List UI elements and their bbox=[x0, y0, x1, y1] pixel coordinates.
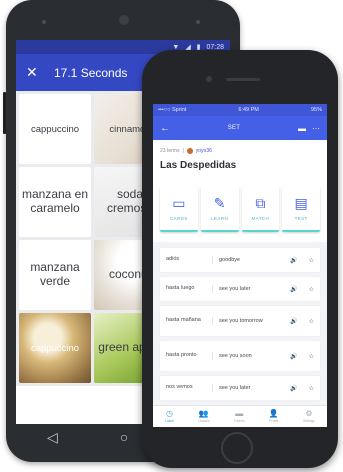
term-word: adiós bbox=[166, 256, 213, 264]
term-row[interactable]: adiós goodbye 🔊 ☆ bbox=[160, 248, 320, 272]
star-icon[interactable]: ☆ bbox=[309, 353, 314, 360]
speaker-icon[interactable]: 🔊 bbox=[290, 318, 297, 325]
gear-icon: ⚙ bbox=[305, 409, 313, 418]
home-nav-icon[interactable]: ○ bbox=[120, 429, 128, 445]
star-icon[interactable]: ☆ bbox=[309, 286, 314, 293]
term-word: hasta mañana bbox=[166, 317, 213, 325]
tab-label: Latest bbox=[165, 419, 174, 423]
ios-status-bar: •••○○ Sprint 6:49 PM 95% bbox=[153, 104, 327, 116]
match-tile[interactable]: cappuccino bbox=[19, 313, 91, 383]
term-word: hasta pronto bbox=[166, 352, 213, 360]
term-count: 23 terms bbox=[160, 148, 180, 154]
mode-match-button[interactable]: ⧉ MATCH bbox=[241, 187, 280, 232]
back-arrow-icon[interactable]: ← bbox=[160, 123, 170, 134]
star-icon[interactable]: ☆ bbox=[309, 385, 314, 392]
mode-label: MATCH bbox=[251, 216, 270, 221]
carrier-label: •••○○ Sprint bbox=[158, 107, 187, 113]
tab-label: Folders bbox=[233, 419, 245, 423]
match-tile-label: manzana verde bbox=[30, 260, 80, 288]
tab-bar: ◷ Latest 👥 Classes ▬ Folders 👤 Profile ⚙ Settings bbox=[153, 405, 327, 427]
term-row[interactable]: hasta luego see you later 🔊 ☆ bbox=[160, 277, 320, 301]
study-modes: ▭ CARDS ✎ LEARN ⧉ MATCH ▤ TEST bbox=[153, 177, 327, 242]
profile-icon: 👤 bbox=[268, 409, 279, 418]
iphone: •••○○ Sprint 6:49 PM 95% ← SET ▬ ··· 23 … bbox=[142, 50, 338, 468]
iphone-front-camera bbox=[206, 76, 212, 82]
tab-classes[interactable]: 👥 Classes bbox=[198, 409, 210, 424]
term-definition: goodbye bbox=[219, 257, 241, 263]
term-definition: see you tomorrow bbox=[219, 318, 263, 324]
avatar bbox=[186, 148, 193, 154]
set-header-title: SET bbox=[227, 125, 241, 131]
mode-label: CARDS bbox=[169, 216, 188, 221]
set-info: 23 terms | yoyo36 Las Despedidas bbox=[153, 140, 327, 177]
iphone-earpiece bbox=[226, 78, 260, 81]
term-row[interactable]: hasta pronto see you soon 🔊 ☆ bbox=[160, 341, 320, 371]
tab-profile[interactable]: 👤 Profile bbox=[268, 409, 279, 424]
people-icon: 👥 bbox=[198, 409, 209, 418]
folder-icon: ▬ bbox=[235, 409, 244, 418]
iphone-screen: •••○○ Sprint 6:49 PM 95% ← SET ▬ ··· 23 … bbox=[153, 104, 327, 427]
term-word: nos vemos bbox=[166, 384, 213, 392]
tab-label: Settings bbox=[303, 419, 315, 423]
set-title: Las Despedidas bbox=[160, 160, 237, 171]
learn-icon: ✎ bbox=[213, 195, 226, 211]
term-row[interactable]: hasta mañana see you tomorrow 🔊 ☆ bbox=[160, 306, 320, 336]
tab-latest[interactable]: ◷ Latest bbox=[165, 409, 174, 424]
timer-title: 17.1 Seconds bbox=[54, 65, 128, 80]
cards-icon: ▭ bbox=[172, 195, 186, 211]
stage: ▼ ◢ ▮ 07:28 ✕ 17.1 Seconds cappuccino cin… bbox=[0, 0, 343, 472]
match-tile-label: cappuccino bbox=[30, 123, 80, 135]
android-camera bbox=[119, 15, 129, 25]
star-icon[interactable]: ☆ bbox=[309, 318, 314, 325]
match-tile[interactable]: cappuccino bbox=[19, 94, 91, 164]
match-icon: ⧉ bbox=[255, 195, 266, 211]
mode-label: TEST bbox=[294, 216, 308, 221]
match-tile[interactable]: manzana verde bbox=[19, 240, 91, 310]
term-word: hasta luego bbox=[166, 285, 213, 293]
term-definition: see you later bbox=[219, 286, 251, 292]
mode-test-button[interactable]: ▤ TEST bbox=[282, 187, 320, 232]
speaker-icon[interactable]: 🔊 bbox=[290, 286, 297, 293]
clock-icon: ◷ bbox=[166, 409, 173, 418]
test-icon: ▤ bbox=[294, 195, 308, 211]
android-sensor-dot bbox=[196, 20, 200, 24]
term-row[interactable]: nos vemos see you later 🔊 ☆ bbox=[160, 376, 320, 400]
tab-folders[interactable]: ▬ Folders bbox=[233, 409, 245, 424]
match-tile-label: manzana en caramelo bbox=[21, 187, 89, 215]
battery-label: 95% bbox=[310, 107, 322, 113]
speaker-icon[interactable]: 🔊 bbox=[290, 353, 297, 360]
match-tile[interactable]: manzana en caramelo bbox=[19, 167, 91, 237]
mode-cards-button[interactable]: ▭ CARDS bbox=[160, 187, 198, 232]
folder-add-icon[interactable]: ▬ bbox=[298, 124, 306, 133]
speaker-icon[interactable]: 🔊 bbox=[290, 385, 297, 392]
back-nav-icon[interactable]: ◁ bbox=[47, 429, 58, 446]
android-side-button bbox=[3, 92, 6, 134]
star-icon[interactable]: ☆ bbox=[309, 257, 314, 264]
ios-status-time: 6:49 PM bbox=[238, 107, 259, 113]
home-button[interactable] bbox=[221, 432, 253, 464]
tab-settings[interactable]: ⚙ Settings bbox=[303, 409, 315, 424]
tab-label: Profile bbox=[269, 419, 279, 423]
mode-label: LEARN bbox=[211, 216, 229, 221]
speaker-icon[interactable]: 🔊 bbox=[290, 257, 297, 264]
android-sensor-dot bbox=[42, 20, 46, 24]
set-header: ← SET ▬ ··· bbox=[153, 116, 327, 140]
close-icon[interactable]: ✕ bbox=[26, 64, 48, 81]
term-definition: see you later bbox=[219, 385, 251, 391]
mode-learn-button[interactable]: ✎ LEARN bbox=[200, 187, 239, 232]
match-tile-label: cappuccino bbox=[30, 342, 80, 354]
more-icon[interactable]: ··· bbox=[312, 124, 320, 133]
tab-label: Classes bbox=[198, 419, 210, 423]
term-definition: see you soon bbox=[219, 353, 252, 359]
term-list: adiós goodbye 🔊 ☆ hasta luego see you later 🔊 ☆… bbox=[153, 242, 327, 400]
creator-link[interactable]: yoyo36 bbox=[196, 148, 212, 154]
